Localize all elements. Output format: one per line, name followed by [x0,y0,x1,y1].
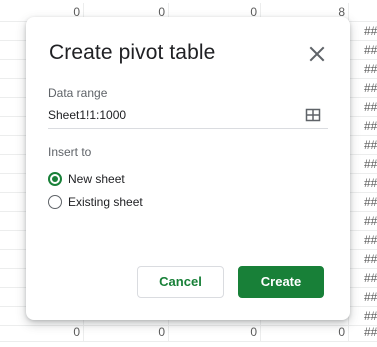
data-range-label: Data range [48,86,108,100]
data-range-value[interactable]: Sheet1!1:1000 [48,108,126,122]
create-button[interactable]: Create [238,266,324,298]
grid-select-icon[interactable] [305,107,321,123]
existing-sheet-radio[interactable] [48,195,62,209]
data-range-input[interactable]: Sheet1!1:1000 [48,107,328,129]
new-sheet-radio[interactable] [48,172,62,186]
close-icon [309,46,325,62]
cancel-button[interactable]: Cancel [137,266,224,298]
create-pivot-table-dialog: Create pivot table Data range Sheet1!1:1… [26,17,350,320]
insert-to-label: Insert to [48,145,92,159]
new-sheet-label[interactable]: New sheet [68,172,125,186]
dialog-title: Create pivot table [49,41,216,64]
existing-sheet-label[interactable]: Existing sheet [68,195,143,209]
close-button[interactable] [306,43,328,65]
